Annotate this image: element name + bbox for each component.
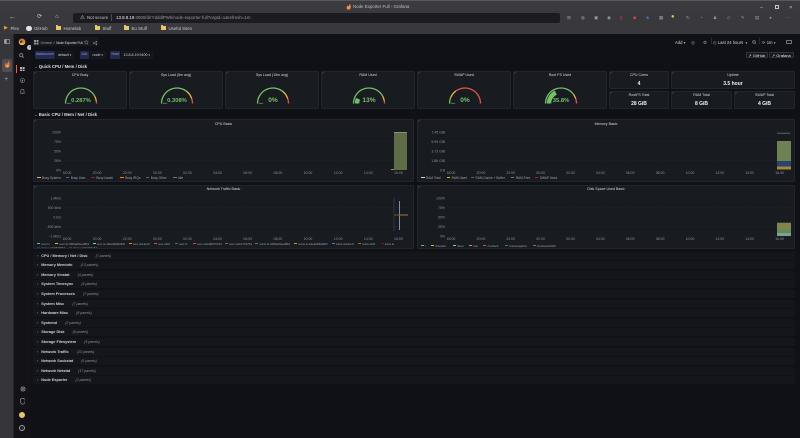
svg-text:02:00: 02:00	[566, 236, 575, 240]
svg-text:1 Mb/s: 1 Mb/s	[50, 196, 61, 200]
svg-text:18:00: 18:00	[447, 236, 456, 240]
svg-text:14:00: 14:00	[745, 236, 754, 240]
svg-text:10:00: 10:00	[686, 236, 695, 240]
svg-text:500 kb/s: 500 kb/s	[48, 205, 61, 209]
svg-text:22:00: 22:00	[506, 236, 515, 240]
svg-text:18:00: 18:00	[63, 171, 72, 175]
svg-text:75%: 75%	[54, 140, 61, 144]
svg-text:14:00: 14:00	[364, 171, 373, 175]
svg-text:10:00: 10:00	[304, 236, 313, 240]
svg-text:0 B: 0 B	[440, 168, 446, 172]
svg-text:16:00: 16:00	[775, 171, 784, 175]
svg-text:10:00: 10:00	[686, 171, 695, 175]
svg-text:16:00: 16:00	[394, 236, 403, 240]
svg-text:04:00: 04:00	[213, 236, 222, 240]
svg-text:00:00: 00:00	[536, 236, 545, 240]
svg-text:18:00: 18:00	[447, 171, 456, 175]
svg-text:10:00: 10:00	[304, 171, 313, 175]
svg-text:20:00: 20:00	[93, 236, 102, 240]
svg-text:-1 Mb/s: -1 Mb/s	[49, 234, 61, 238]
svg-text:100%: 100%	[52, 130, 61, 134]
svg-text:00:00: 00:00	[536, 171, 545, 175]
svg-text:12:00: 12:00	[334, 236, 343, 240]
svg-text:18:00: 18:00	[63, 236, 72, 240]
svg-text:25%: 25%	[438, 224, 445, 228]
svg-text:0 b/s: 0 b/s	[53, 215, 61, 219]
svg-text:08:00: 08:00	[274, 171, 283, 175]
svg-text:22:00: 22:00	[123, 236, 132, 240]
svg-text:22:00: 22:00	[123, 171, 132, 175]
svg-text:16:00: 16:00	[394, 171, 403, 175]
svg-text:08:00: 08:00	[656, 171, 665, 175]
svg-text:20:00: 20:00	[477, 171, 486, 175]
svg-text:08:00: 08:00	[656, 236, 665, 240]
svg-text:06:00: 06:00	[243, 171, 252, 175]
svg-text:14:00: 14:00	[364, 236, 373, 240]
svg-text:0%: 0%	[56, 168, 61, 172]
svg-text:1.86 GiB: 1.86 GiB	[431, 159, 445, 163]
svg-text:3.73 GiB: 3.73 GiB	[431, 149, 445, 153]
svg-text:06:00: 06:00	[243, 236, 252, 240]
svg-text:02:00: 02:00	[566, 171, 575, 175]
svg-text:02:00: 02:00	[183, 171, 192, 175]
svg-text:20:00: 20:00	[477, 236, 486, 240]
svg-text:02:00: 02:00	[183, 236, 192, 240]
svg-text:08:00: 08:00	[274, 236, 283, 240]
svg-text:0%: 0%	[440, 234, 445, 238]
svg-text:06:00: 06:00	[626, 236, 635, 240]
svg-text:75%: 75%	[438, 205, 445, 209]
svg-text:5.59 GiB: 5.59 GiB	[431, 140, 445, 144]
svg-text:100%: 100%	[436, 196, 445, 200]
svg-text:06:00: 06:00	[626, 171, 635, 175]
svg-text:16:00: 16:00	[775, 236, 784, 240]
svg-text:22:00: 22:00	[506, 171, 515, 175]
svg-text:04:00: 04:00	[213, 171, 222, 175]
svg-text:04:00: 04:00	[596, 236, 605, 240]
svg-text:00:00: 00:00	[153, 236, 162, 240]
svg-text:7.45 GiB: 7.45 GiB	[431, 130, 445, 134]
svg-text:12:00: 12:00	[715, 236, 724, 240]
svg-text:12:00: 12:00	[715, 171, 724, 175]
svg-text:12:00: 12:00	[334, 171, 343, 175]
svg-text:20:00: 20:00	[93, 171, 102, 175]
svg-text:04:00: 04:00	[596, 171, 605, 175]
svg-text:-500 kb/s: -500 kb/s	[47, 224, 62, 228]
svg-text:25%: 25%	[54, 159, 61, 163]
svg-text:50%: 50%	[54, 149, 61, 153]
svg-text:50%: 50%	[438, 215, 445, 219]
svg-text:14:00: 14:00	[745, 171, 754, 175]
svg-text:00:00: 00:00	[153, 171, 162, 175]
